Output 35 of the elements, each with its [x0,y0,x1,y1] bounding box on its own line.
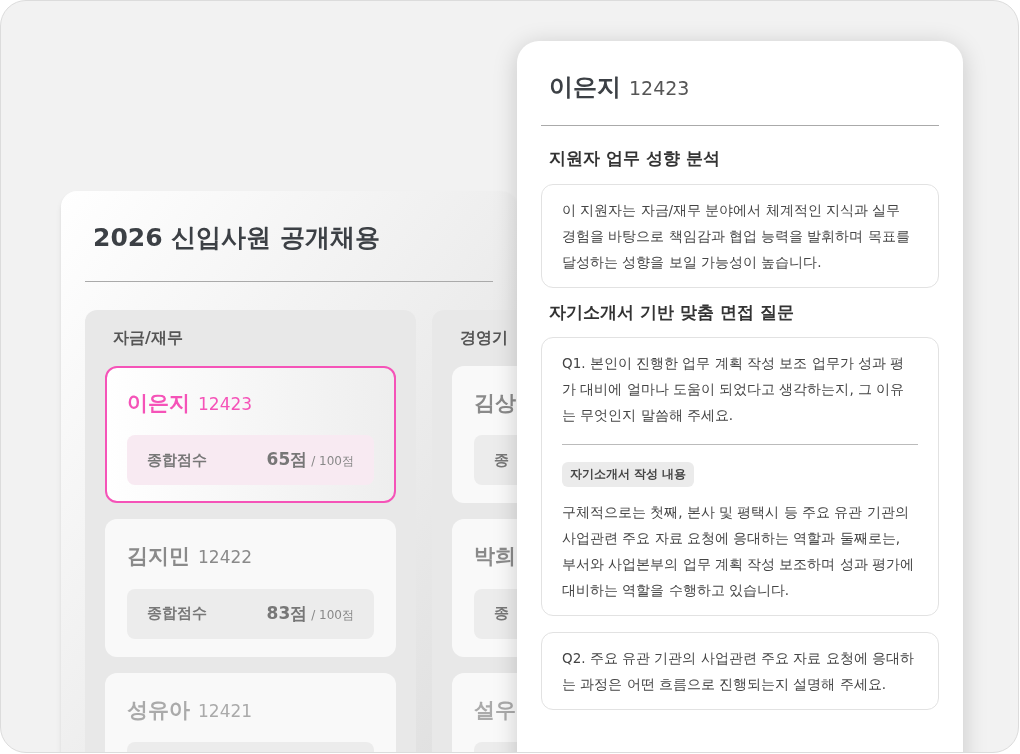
score-value: 65점 [266,448,308,472]
candidate-card[interactable]: 김지민 12422 종합점수 83점 / 100점 [105,519,396,657]
candidate-id: 12423 [198,392,253,416]
answer-text: 구체적으로는 첫째, 본사 및 평택시 등 주요 유관 기관의 사업관련 주요 자료 요청에 응대하는 역할과 둘째로는, 부서와 사업본부의 업무 계획 작성 보조하며 성과 평가에 대비하는 역할을 수행하고 있습니다. [562,503,916,601]
score-label: 종 [494,449,509,471]
detail-name: 이은지 [549,72,621,103]
source-tag: 자기소개서 작성 내용 [562,462,694,488]
candidate-name: 설우 [474,696,516,724]
candidate-card[interactable]: 이은지 12423 종합점수 65점 / 100점 [105,365,396,503]
score-label: 종합점수 [147,449,207,471]
candidate-card[interactable]: 김상 종 [452,365,517,503]
detail-id: 12423 [629,76,690,101]
category-title: 경영기 [459,326,509,349]
question-text: Q1. 본인이 진행한 업무 계획 작성 보조 업무가 성과 평가 대비에 얼마나 도움이 되었다고 생각하는지, 그 이유는 무엇인지 말씀해 주세요. [562,354,906,425]
score-value: 83점 [266,601,308,625]
candidate-id: 12422 [198,546,253,569]
score-max: / 100점 [311,606,354,624]
score-label: 종 [494,603,509,625]
candidate-card[interactable]: 박희 종 [452,519,517,657]
analysis-text: 이 지원자는 자금/재무 분야에서 체계적인 지식과 실무 경험을 바탕으로 책임감과 협업 능력을 발휘하며 목표를 달성하는 성향을 보일 가능성이 높습니다. [562,200,911,272]
page-title: 2026 신입사원 공개채용 [92,222,381,254]
category-title: 자금/재무 [112,326,184,349]
candidate-name: 성유아 [127,696,190,724]
score-label: 종합점수 [147,603,207,625]
candidate-name: 김지민 [127,543,190,570]
candidate-card[interactable]: 성유아 12421 [105,672,396,752]
question-text: Q2. 주요 유관 기관의 사업관련 주요 자료 요청에 응대하는 과정은 어떤 흐름으로 진행되는지 설명해 주세요. [562,649,915,695]
section-heading: 지원자 업무 성향 분석 [548,147,721,170]
candidate-name: 이은지 [127,389,190,417]
section-heading: 자기소개서 기반 맞춤 면접 질문 [548,300,795,324]
candidate-id: 12421 [198,699,253,723]
candidate-name: 박희 [474,543,516,570]
candidate-name: 김상 [474,389,516,417]
candidate-card[interactable]: 설우 [452,672,517,752]
score-max: / 100점 [311,453,354,471]
